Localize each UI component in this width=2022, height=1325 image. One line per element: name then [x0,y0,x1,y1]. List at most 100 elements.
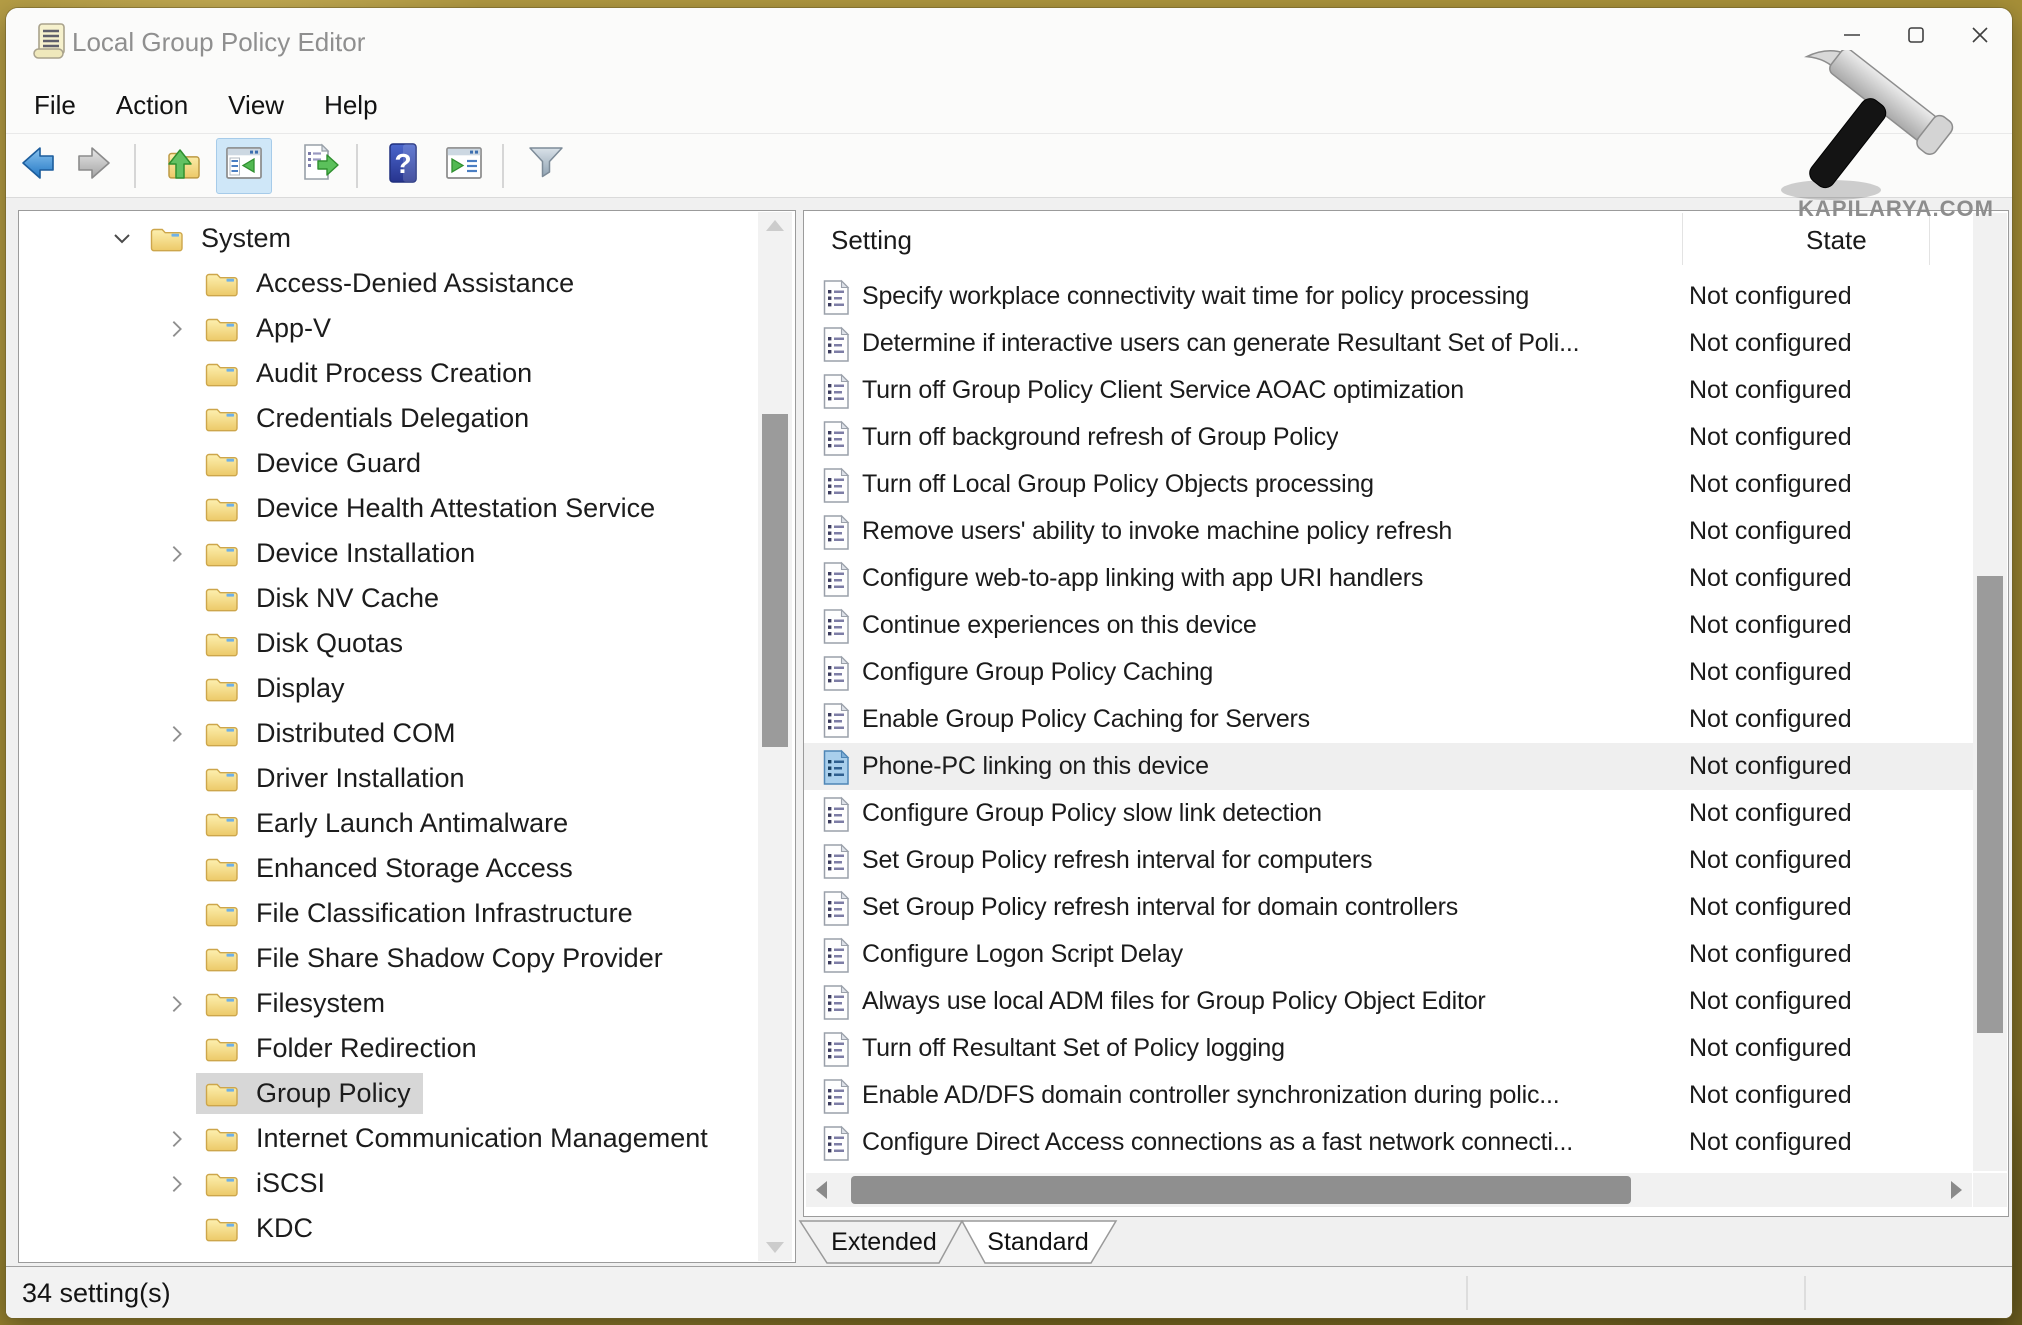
list-row[interactable]: Turn off background refresh of Group Pol… [804,414,1973,461]
tree-item[interactable]: Disk Quotas [19,621,759,666]
tree-item-content: File Classification Infrastructure [196,893,645,934]
forward-button[interactable] [70,138,118,194]
hscrollbar-thumb[interactable] [851,1176,1631,1204]
tree-item-content: Device Health Attestation Service [196,488,667,529]
tab-standard[interactable]: Standard [973,1220,1103,1263]
tree-scrollbar-thumb[interactable] [762,414,788,747]
tree-item[interactable]: Access-Denied Assistance [19,261,759,306]
menu-item-view[interactable]: View [208,77,304,133]
tree-item[interactable]: File Classification Infrastructure [19,891,759,936]
list-row[interactable]: Configure web-to-app linking with app UR… [804,555,1973,602]
list-row[interactable]: Configure Direct Access connections as a… [804,1119,1973,1166]
column-divider[interactable] [1929,213,1930,265]
tree-item[interactable]: Distributed COM [19,711,759,756]
maximize-button[interactable] [1884,8,1948,66]
tree-item-content: Device Installation [196,533,487,574]
column-header-setting[interactable]: Setting [831,211,912,265]
export-list-button[interactable] [296,138,344,194]
tree-item[interactable]: Device Guard [19,441,759,486]
tree-item-content: Enhanced Storage Access [196,848,585,889]
tree-item[interactable]: File Share Shadow Copy Provider [19,936,759,981]
chevron-down-icon[interactable] [105,225,139,253]
tree-item[interactable]: KDC [19,1206,759,1251]
chevron-right-icon[interactable] [160,720,194,748]
list-row-selected[interactable]: Phone-PC linking on this deviceNot confi… [804,743,1973,790]
close-icon [1971,26,1989,49]
tree-item[interactable]: Driver Installation [19,756,759,801]
tree-item[interactable]: iSCSI [19,1161,759,1206]
list-row[interactable]: Determine if interactive users can gener… [804,320,1973,367]
menu-item-help[interactable]: Help [304,77,397,133]
tree-item[interactable]: Filesystem [19,981,759,1026]
tree-item[interactable]: Disk NV Cache [19,576,759,621]
title-bar[interactable]: Local Group Policy Editor [6,8,2012,77]
list-row[interactable]: Set Group Policy refresh interval for co… [804,837,1973,884]
back-button[interactable] [14,138,62,194]
tree-item-selected[interactable]: Group Policy [19,1071,759,1116]
list-row[interactable]: Enable Group Policy Caching for ServersN… [804,696,1973,743]
scroll-right-icon[interactable] [1951,1181,1962,1199]
chevron-right-icon[interactable] [160,1125,194,1153]
tree-item[interactable]: Device Health Attestation Service [19,486,759,531]
list-vertical-scrollbar[interactable] [1973,213,2007,1171]
list-row[interactable]: Specify workplace connectivity wait time… [804,273,1973,320]
tree-item[interactable]: Folder Redirection [19,1026,759,1071]
list-scrollbar-thumb[interactable] [1977,576,2003,1033]
list-row[interactable]: Configure Group Policy slow link detecti… [804,790,1973,837]
chevron-spacer [160,675,194,703]
tree-item[interactable]: App-V [19,306,759,351]
chevron-right-icon[interactable] [160,1170,194,1198]
gpedit-window: Local Group Policy Editor FileActionView… [6,8,2012,1318]
column-divider[interactable] [1682,213,1683,265]
tree-item[interactable]: Internet Communication Management [19,1116,759,1161]
show-action-pane-button[interactable] [440,138,488,194]
list-row[interactable]: Always use local ADM files for Group Pol… [804,978,1973,1025]
tree-item[interactable]: Audit Process Creation [19,351,759,396]
setting-name: Turn off background refresh of Group Pol… [862,423,1338,452]
setting-icon [821,467,851,503]
chevron-spacer [160,1215,194,1243]
list-row[interactable]: Set Group Policy refresh interval for do… [804,884,1973,931]
chevron-right-icon[interactable] [160,990,194,1018]
list-horizontal-scrollbar[interactable] [806,1173,1972,1207]
list-row[interactable]: Configure Group Policy CachingNot config… [804,649,1973,696]
tab-extended[interactable]: Extended [819,1220,949,1263]
tree-item[interactable]: System [19,216,759,261]
filter-button[interactable] [522,138,570,194]
scroll-up-icon[interactable] [766,220,784,231]
tree-item-label: Access-Denied Assistance [256,268,574,299]
column-header-state[interactable]: State [1806,211,1867,265]
tree-item-label: Disk NV Cache [256,583,439,614]
toolbar-separator [134,144,136,188]
action-pane-icon [442,141,486,190]
show-console-tree-button[interactable] [216,138,272,194]
tree-item[interactable]: Display [19,666,759,711]
scroll-down-icon[interactable] [766,1242,784,1253]
tree-item-label: Distributed COM [256,718,456,749]
tree-item[interactable]: Early Launch Antimalware [19,801,759,846]
help-button[interactable]: ? [379,138,427,194]
chevron-right-icon[interactable] [160,540,194,568]
tree-item-content [196,1255,268,1264]
scroll-left-icon[interactable] [816,1181,827,1199]
list-row[interactable]: Remove users' ability to invoke machine … [804,508,1973,555]
minimize-button[interactable] [1820,8,1884,66]
menu-item-file[interactable]: File [14,77,96,133]
list-row[interactable]: Turn off Local Group Policy Objects proc… [804,461,1973,508]
list-row[interactable]: Turn off Group Policy Client Service AOA… [804,367,1973,414]
tree-item[interactable]: Enhanced Storage Access [19,846,759,891]
up-one-level-button[interactable] [160,138,208,194]
setting-icon [821,561,851,597]
chevron-right-icon[interactable] [160,315,194,343]
tree-vertical-scrollbar[interactable] [758,212,792,1261]
list-row[interactable]: Continue experiences on this deviceNot c… [804,602,1973,649]
tree-item[interactable]: Device Installation [19,531,759,576]
tree-item[interactable]: Credentials Delegation [19,396,759,441]
tree-item[interactable] [19,1251,759,1263]
list-row[interactable]: Turn off Resultant Set of Policy logging… [804,1025,1973,1072]
menu-item-action[interactable]: Action [96,77,208,133]
close-button[interactable] [1948,8,2012,66]
list-row[interactable]: Configure Logon Script DelayNot configur… [804,931,1973,978]
minimize-icon [1843,26,1861,49]
list-row[interactable]: Enable AD/DFS domain controller synchron… [804,1072,1973,1119]
